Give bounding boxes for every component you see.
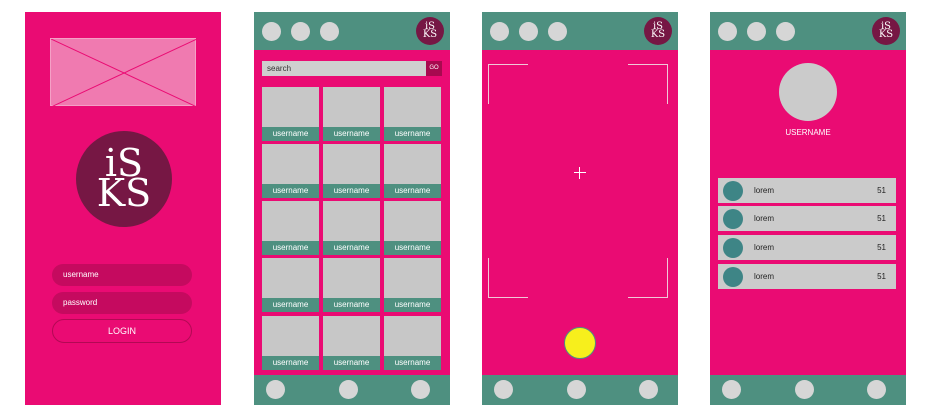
tile-username: username xyxy=(323,184,380,198)
tile-username: username xyxy=(323,298,380,312)
search-screen: iS KS search GO username username username u… xyxy=(254,12,450,405)
user-tile[interactable]: username xyxy=(262,258,319,312)
nav-dot-icon[interactable] xyxy=(262,22,281,41)
tile-username: username xyxy=(384,127,441,141)
go-button[interactable]: GO xyxy=(426,61,442,76)
profile-screen: iS KS USERNAME lorem 51 lorem 51 lorem 51… xyxy=(710,12,906,405)
bottom-nav-dot-icon[interactable] xyxy=(266,380,285,399)
viewfinder-corner xyxy=(628,258,668,298)
nav-dot-icon[interactable] xyxy=(320,22,339,41)
row-avatar xyxy=(723,181,743,201)
bottom-nav-dot-icon[interactable] xyxy=(494,380,513,399)
viewfinder-frame xyxy=(488,64,668,298)
user-tile[interactable]: username xyxy=(323,87,380,141)
top-bar: iS KS xyxy=(482,12,678,50)
row-avatar xyxy=(723,209,743,229)
tile-username: username xyxy=(262,127,319,141)
tile-username: username xyxy=(262,241,319,255)
tile-username: username xyxy=(384,241,441,255)
row-value: 51 xyxy=(877,243,886,252)
image-placeholder-icon xyxy=(51,39,197,107)
row-value: 51 xyxy=(877,214,886,223)
logo-line-2: KS xyxy=(878,29,894,40)
username-field[interactable]: username xyxy=(52,264,192,286)
bottom-bar xyxy=(254,375,450,405)
login-button[interactable]: LOGIN xyxy=(52,319,192,343)
list-item[interactable]: lorem 51 xyxy=(718,206,896,231)
tile-username: username xyxy=(384,184,441,198)
bottom-nav-dot-icon[interactable] xyxy=(339,380,358,399)
tile-username: username xyxy=(323,356,380,370)
row-text: lorem xyxy=(754,272,775,281)
user-tile[interactable]: username xyxy=(323,258,380,312)
user-tile[interactable]: username xyxy=(384,316,441,370)
row-text: lorem xyxy=(754,243,775,252)
logo-line-2: KS xyxy=(96,171,152,215)
nav-dot-icon[interactable] xyxy=(490,22,509,41)
bottom-nav-dot-icon[interactable] xyxy=(411,380,430,399)
logo-line-2: KS xyxy=(650,29,666,40)
nav-dot-icon[interactable] xyxy=(519,22,538,41)
password-field[interactable]: password xyxy=(52,292,192,314)
user-tile[interactable]: username xyxy=(323,201,380,255)
row-avatar xyxy=(723,267,743,287)
viewfinder-corner xyxy=(488,258,528,298)
user-tile[interactable]: username xyxy=(384,258,441,312)
row-text: lorem xyxy=(754,214,775,223)
row-value: 51 xyxy=(877,186,886,195)
nav-dot-icon[interactable] xyxy=(776,22,795,41)
shutter-button[interactable] xyxy=(564,327,596,359)
viewfinder-corner xyxy=(488,64,528,104)
nav-dot-icon[interactable] xyxy=(291,22,310,41)
crosshair-icon xyxy=(574,167,586,179)
list-item[interactable]: lorem 51 xyxy=(718,264,896,289)
viewfinder-corner xyxy=(628,64,668,104)
logo-small: iS KS xyxy=(644,17,672,45)
bottom-nav-dot-icon[interactable] xyxy=(639,380,658,399)
profile-avatar xyxy=(779,63,837,121)
row-avatar xyxy=(723,238,743,258)
tile-username: username xyxy=(262,184,319,198)
bottom-nav-dot-icon[interactable] xyxy=(722,380,741,399)
top-bar: iS KS xyxy=(254,12,450,50)
logo: iS KS xyxy=(76,131,172,227)
user-tile[interactable]: username xyxy=(323,144,380,198)
user-tile[interactable]: username xyxy=(384,87,441,141)
nav-dot-icon[interactable] xyxy=(747,22,766,41)
logo-line-2: KS xyxy=(422,29,438,40)
camera-screen: iS KS xyxy=(482,12,678,405)
row-value: 51 xyxy=(877,272,886,281)
user-tile[interactable]: username xyxy=(262,316,319,370)
user-tile[interactable]: username xyxy=(384,201,441,255)
bottom-bar xyxy=(710,375,906,405)
top-bar: iS KS xyxy=(710,12,906,50)
user-tile[interactable]: username xyxy=(262,201,319,255)
bottom-nav-dot-icon[interactable] xyxy=(795,380,814,399)
profile-username: USERNAME xyxy=(785,128,831,137)
user-tile[interactable]: username xyxy=(262,87,319,141)
tile-username: username xyxy=(262,298,319,312)
user-tile[interactable]: username xyxy=(262,144,319,198)
tile-username: username xyxy=(384,298,441,312)
list-item[interactable]: lorem 51 xyxy=(718,235,896,260)
logo-small: iS KS xyxy=(872,17,900,45)
tile-username: username xyxy=(384,356,441,370)
tile-username: username xyxy=(323,241,380,255)
nav-dot-icon[interactable] xyxy=(548,22,567,41)
user-tile[interactable]: username xyxy=(384,144,441,198)
bottom-nav-dot-icon[interactable] xyxy=(867,380,886,399)
search-input[interactable]: search xyxy=(262,61,426,76)
row-text: lorem xyxy=(754,186,775,195)
user-tile[interactable]: username xyxy=(323,316,380,370)
bottom-bar xyxy=(482,375,678,405)
image-placeholder xyxy=(50,38,197,107)
tile-username: username xyxy=(323,127,380,141)
tile-username: username xyxy=(262,356,319,370)
list-item[interactable]: lorem 51 xyxy=(718,178,896,203)
nav-dot-icon[interactable] xyxy=(718,22,737,41)
logo-small: iS KS xyxy=(416,17,444,45)
login-screen: iS KS username password LOGIN xyxy=(25,12,221,405)
bottom-nav-dot-icon[interactable] xyxy=(567,380,586,399)
